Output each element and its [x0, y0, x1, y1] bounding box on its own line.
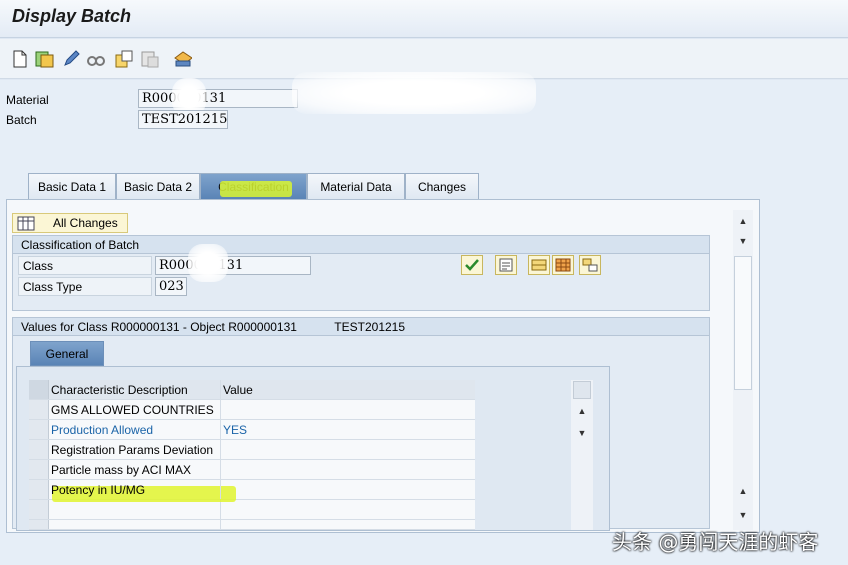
characteristic-description: GMS ALLOWED COUNTRIES: [49, 400, 221, 419]
row-selector[interactable]: [29, 400, 49, 419]
table-row[interactable]: Potency in IU/MG: [29, 480, 475, 500]
other-batch-icon[interactable]: [35, 49, 55, 69]
all-changes-label: All Changes: [53, 216, 118, 230]
scroll-down-bottom-icon[interactable]: ▼: [734, 506, 752, 524]
characteristic-description: Particle mass by ACI MAX: [49, 460, 221, 479]
characteristic-value[interactable]: [221, 460, 475, 479]
classification-group-title: Classification of Batch: [13, 236, 709, 254]
new-document-icon[interactable]: [10, 49, 30, 69]
table-row[interactable]: Registration Params Deviation: [29, 440, 475, 460]
class-field[interactable]: R000000131: [155, 256, 311, 275]
characteristic-value[interactable]: [221, 400, 475, 419]
tab-strip: Basic Data 1 Basic Data 2 Classification…: [0, 173, 848, 199]
select-all-cell[interactable]: [29, 380, 49, 399]
tab-material-data[interactable]: Material Data: [307, 173, 405, 199]
class-label: Class: [18, 256, 152, 275]
window-title: Display Batch: [12, 6, 132, 26]
table-scroll-top-cell[interactable]: [573, 381, 591, 399]
row-selector[interactable]: [29, 500, 49, 519]
characteristic-value[interactable]: [221, 480, 475, 499]
row-selector[interactable]: [29, 460, 49, 479]
characteristic-value[interactable]: YES: [221, 420, 475, 439]
classification-highlight: [220, 181, 292, 197]
watermark: 头条 @勇闯天涯的虾客: [612, 530, 819, 554]
material-description-redacted: [292, 72, 536, 114]
check-edit-icon[interactable]: [461, 255, 483, 275]
grid-view-icon[interactable]: [552, 255, 574, 275]
table-icon: [17, 216, 35, 234]
scroll-down-icon[interactable]: ▼: [734, 232, 752, 250]
tab-general[interactable]: General: [30, 341, 104, 366]
table-row[interactable]: Production Allowed YES: [29, 420, 475, 440]
characteristic-description: [49, 500, 221, 519]
tab-changes[interactable]: Changes: [405, 173, 479, 199]
values-group-title-bar: Values for Class R000000131 - Object R00…: [13, 318, 709, 336]
scroll-thumb[interactable]: [734, 256, 752, 390]
print-icon[interactable]: [172, 49, 192, 69]
row-selector[interactable]: [29, 420, 49, 439]
all-changes-button[interactable]: All Changes: [12, 213, 128, 233]
table-scrollbar[interactable]: ▲ ▼: [571, 380, 593, 530]
create-icon[interactable]: [114, 49, 134, 69]
material-field[interactable]: R000000131: [138, 89, 298, 108]
characteristic-description: Production Allowed: [49, 420, 221, 439]
characteristic-value[interactable]: [221, 520, 475, 529]
characteristic-description: Potency in IU/MG: [49, 480, 221, 499]
values-group-title: Values for Class R000000131 - Object R00…: [21, 320, 297, 334]
glasses-display-icon[interactable]: [86, 49, 106, 69]
table-scroll-up-icon[interactable]: ▲: [573, 402, 591, 420]
characteristic-value[interactable]: [221, 500, 475, 519]
table-row[interactable]: GMS ALLOWED COUNTRIES: [29, 400, 475, 420]
where-used-icon[interactable]: [140, 49, 160, 69]
tab-basic-data-1[interactable]: Basic Data 1: [28, 173, 116, 199]
scroll-up-icon[interactable]: ▲: [734, 212, 752, 230]
hierarchy-icon[interactable]: [579, 255, 601, 275]
row-selector[interactable]: [29, 520, 49, 529]
class-redaction-blur: [188, 244, 228, 282]
table-row[interactable]: [29, 500, 475, 520]
column-header-value[interactable]: Value: [221, 380, 475, 399]
class-type-label: Class Type: [18, 277, 152, 296]
batch-field[interactable]: TEST201215: [138, 110, 228, 129]
column-header-description[interactable]: Characteristic Description: [49, 380, 221, 399]
characteristic-description: [49, 520, 221, 529]
characteristic-description: Registration Params Deviation: [49, 440, 221, 459]
row-selector[interactable]: [29, 480, 49, 499]
edit-pencil-icon[interactable]: [61, 49, 81, 69]
values-object-batch: TEST201215: [334, 320, 406, 334]
tab-basic-data-2[interactable]: Basic Data 2: [116, 173, 200, 199]
panel-scrollbar[interactable]: ▲ ▼ ▲ ▼: [733, 210, 753, 530]
characteristic-value[interactable]: [221, 440, 475, 459]
scroll-up-bottom-icon[interactable]: ▲: [734, 482, 752, 500]
batch-label: Batch: [6, 113, 37, 127]
table-header: Characteristic Description Value: [29, 380, 475, 400]
details-icon[interactable]: [495, 255, 517, 275]
row-selector[interactable]: [29, 440, 49, 459]
table-scroll-down-icon[interactable]: ▼: [573, 424, 591, 442]
table-row[interactable]: Particle mass by ACI MAX: [29, 460, 475, 480]
table-row[interactable]: [29, 520, 475, 530]
material-label: Material: [6, 93, 49, 107]
class-type-field[interactable]: 023: [155, 277, 187, 296]
object-list-icon[interactable]: [528, 255, 550, 275]
title-bar: Display Batch: [0, 0, 848, 38]
